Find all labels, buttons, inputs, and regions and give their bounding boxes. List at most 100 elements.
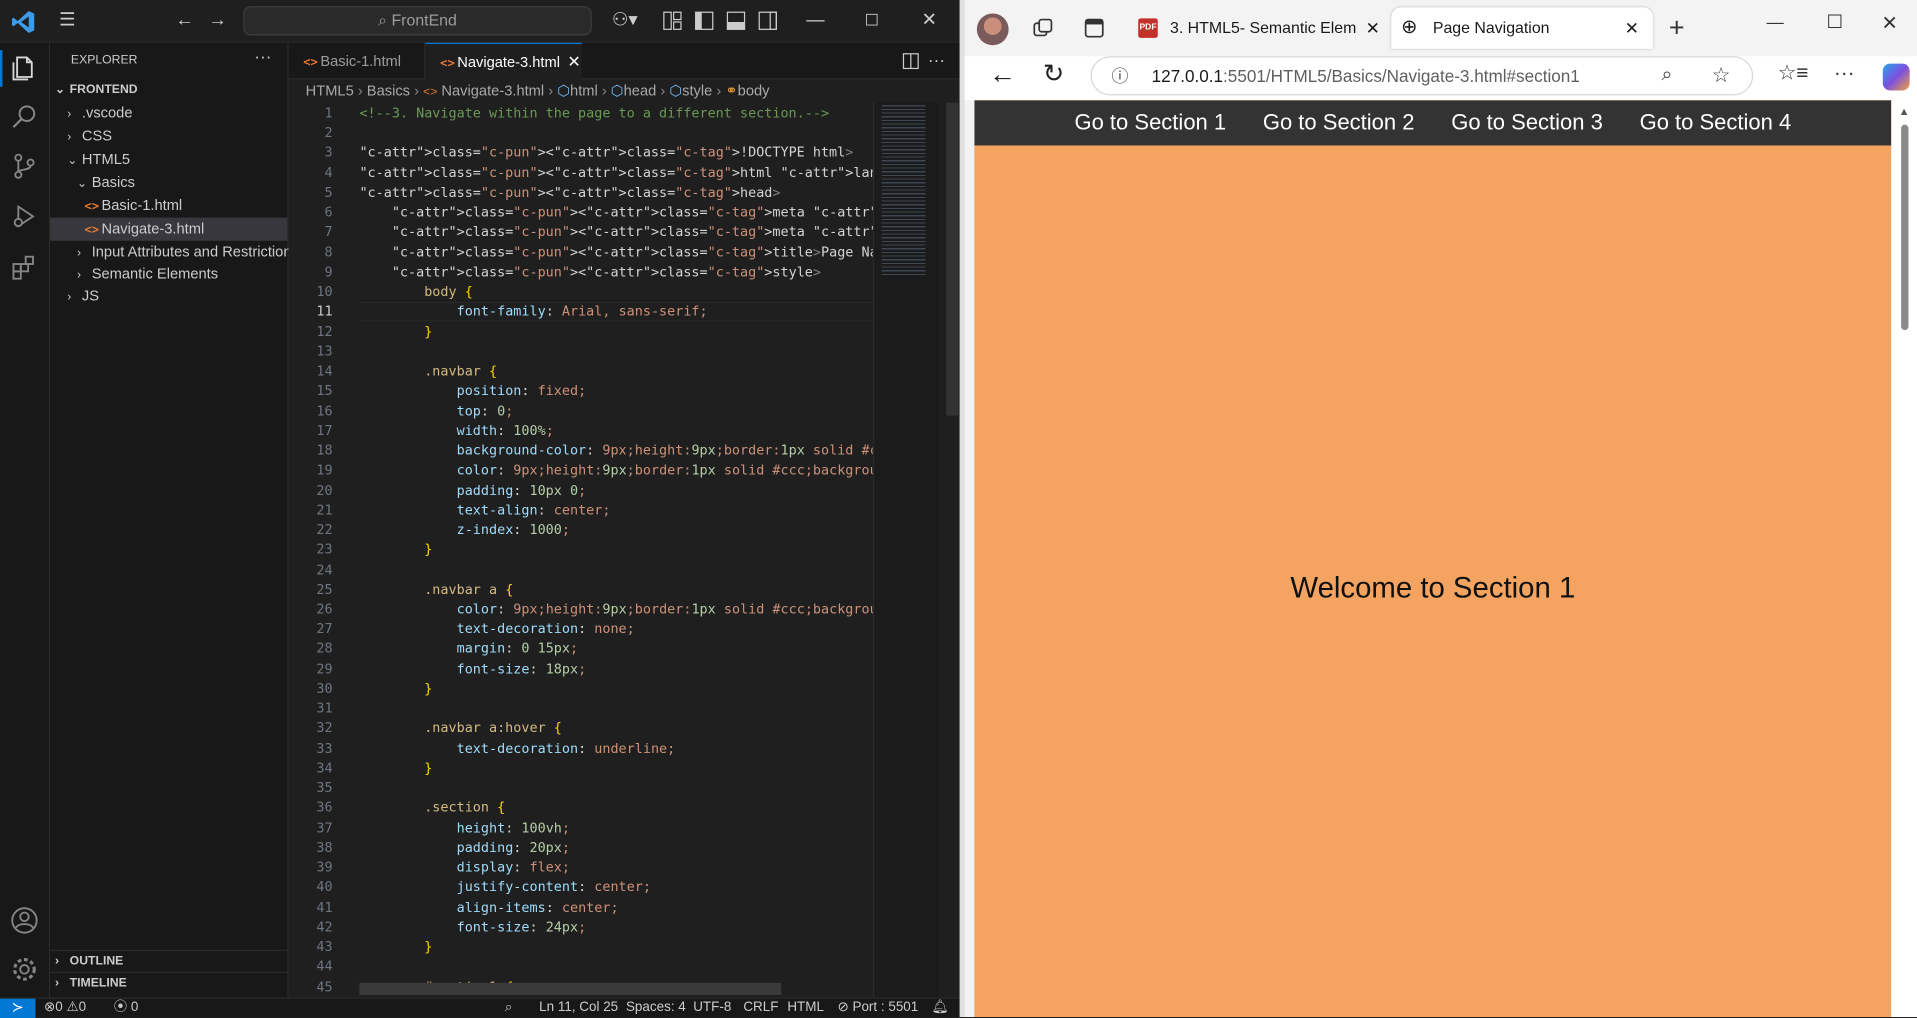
extensions-icon[interactable] xyxy=(10,253,39,282)
line-number: 18 xyxy=(316,442,333,459)
nav-link-section-1[interactable]: Go to Section 1 xyxy=(1074,100,1226,145)
page-scrollbar[interactable]: ▲ xyxy=(1891,100,1917,1018)
refresh-icon[interactable]: ↻ xyxy=(1043,59,1065,90)
scrollbar-thumb[interactable] xyxy=(1901,124,1909,331)
close-tab-icon[interactable]: ✕ xyxy=(1625,7,1639,49)
browser-tab-pdf[interactable]: PDF 3. HTML5- Semantic Elemen ✕ xyxy=(1127,9,1390,48)
breadcrumb-item[interactable]: head xyxy=(624,82,657,99)
scroll-up-icon[interactable]: ▲ xyxy=(1899,105,1910,117)
vertical-scrollbar[interactable] xyxy=(946,102,959,416)
ports-indicator[interactable]: ⦿ 0 xyxy=(114,999,139,1017)
close-tab-icon[interactable]: ✕ xyxy=(567,53,580,71)
remote-icon[interactable]: ≻ xyxy=(0,998,36,1018)
back-arrow-icon[interactable]: ← xyxy=(172,9,196,33)
maximize-icon[interactable]: ☐ xyxy=(859,9,883,33)
breadcrumb-item[interactable]: body xyxy=(738,82,770,99)
line-number: 40 xyxy=(316,879,333,896)
zoom-icon[interactable]: ⌕ xyxy=(505,999,513,1017)
more-actions-icon[interactable]: ··· xyxy=(254,46,271,66)
tree-item-basic-1-html[interactable]: <> Basic-1.html xyxy=(84,194,182,217)
active-indicator xyxy=(0,50,3,87)
code-line: padding: 20px; xyxy=(456,839,570,856)
line-number: 30 xyxy=(316,680,333,697)
code-editor[interactable]: 1 <!--3. Navigate within the page to a di… xyxy=(289,103,875,998)
minimize-icon[interactable]: — xyxy=(803,9,827,33)
account-icon[interactable] xyxy=(10,906,39,935)
source-control-icon[interactable] xyxy=(10,152,39,181)
new-tab-icon[interactable]: + xyxy=(1669,12,1685,44)
close-window-icon[interactable]: ✕ xyxy=(1882,11,1898,35)
tree-item-input-attributes[interactable]: › Input Attributes and Restrictions xyxy=(77,241,299,264)
code-line: } xyxy=(424,323,433,340)
notifications-icon[interactable]: 🔔︎ xyxy=(932,999,949,1017)
chevron-right-icon: › xyxy=(67,107,72,122)
tree-root-frontend[interactable]: ⌄ FRONTEND xyxy=(55,78,138,101)
zoom-icon[interactable]: ⌕ xyxy=(1661,57,1672,94)
workspaces-icon[interactable] xyxy=(1032,17,1054,39)
profile-avatar[interactable] xyxy=(976,13,1009,46)
breadcrumb-item[interactable]: Basics xyxy=(367,82,410,99)
nav-link-section-2[interactable]: Go to Section 2 xyxy=(1263,100,1415,145)
outline-section[interactable]: › OUTLINE xyxy=(55,950,123,973)
breadcrumb-item[interactable]: html xyxy=(570,82,598,99)
tree-item-vscode[interactable]: › .vscode xyxy=(67,101,132,124)
favorites-icon[interactable]: ☆≡ xyxy=(1778,61,1809,85)
toggle-panel-icon[interactable] xyxy=(726,11,746,31)
minimize-icon[interactable]: — xyxy=(1767,12,1784,32)
nav-link-section-3[interactable]: Go to Section 3 xyxy=(1451,100,1603,145)
indentation[interactable]: Spaces: 4 xyxy=(626,999,686,1017)
line-number: 14 xyxy=(316,363,333,380)
tab-navigate-3-html[interactable]: <> Navigate-3.html ✕ xyxy=(425,42,582,81)
cursor-position[interactable]: Ln 11, Col 25 xyxy=(539,999,618,1017)
nav-link-section-4[interactable]: Go to Section 4 xyxy=(1640,100,1792,145)
breadcrumb: HTML5 › Basics › <> Navigate-3.html › ⬡h… xyxy=(305,81,770,100)
forward-arrow-icon[interactable]: → xyxy=(205,9,229,33)
horizontal-scrollbar[interactable] xyxy=(359,982,782,995)
site-info-icon[interactable]: ⓘ xyxy=(1111,57,1128,94)
line-ending[interactable]: CRLF xyxy=(743,999,778,1017)
copilot-icon[interactable] xyxy=(1882,63,1910,91)
menu-icon[interactable]: ☰ xyxy=(55,9,79,33)
live-server-port[interactable]: ⊘ Port : 5501 xyxy=(837,999,918,1017)
line-number: 12 xyxy=(316,323,333,340)
breadcrumb-item[interactable]: style xyxy=(682,82,712,99)
split-editor-icon[interactable] xyxy=(902,53,919,70)
vertical-tabs-icon[interactable] xyxy=(1084,18,1104,38)
back-icon[interactable]: ← xyxy=(989,59,1016,91)
address-bar[interactable]: ⓘ 127.0.0.1:5501/HTML5/Basics/Navigate-3… xyxy=(1090,56,1754,96)
more-options-icon[interactable]: ··· xyxy=(1834,61,1855,85)
minimap[interactable] xyxy=(872,102,939,998)
tree-item-html5[interactable]: ⌄ HTML5 xyxy=(67,148,130,171)
line-number: 26 xyxy=(316,601,333,618)
tree-item-basics[interactable]: ⌄ Basics xyxy=(77,171,135,194)
toggle-sidebar-icon[interactable] xyxy=(694,11,714,31)
chevron-right-icon: › xyxy=(55,954,60,969)
breadcrumb-item[interactable]: HTML5 xyxy=(306,82,354,99)
code-line: width: 100%; xyxy=(456,422,554,439)
language-mode[interactable]: HTML xyxy=(787,999,824,1017)
maximize-icon[interactable]: ☐ xyxy=(1827,11,1843,33)
timeline-section[interactable]: › TIMELINE xyxy=(55,972,127,995)
explorer-icon[interactable] xyxy=(10,54,39,83)
vscode-titlebar: ☰ ← → ⌕ FrontEnd ⚇▾ — ☐ ✕ xyxy=(0,0,960,43)
breadcrumb-item[interactable]: Navigate-3.html xyxy=(441,82,544,99)
browser-tab-page-navigation[interactable]: ⊕ Page Navigation ✕ xyxy=(1391,7,1653,49)
toggle-secondary-sidebar-icon[interactable] xyxy=(758,11,778,31)
tree-item-js[interactable]: › JS xyxy=(67,285,99,308)
tree-item-css[interactable]: › CSS xyxy=(67,125,112,148)
more-actions-icon[interactable]: ··· xyxy=(928,50,945,70)
run-debug-icon[interactable] xyxy=(10,202,39,231)
problems-indicator[interactable]: ⊗0 ⚠0 xyxy=(44,999,86,1017)
command-center-search[interactable]: ⌕ FrontEnd xyxy=(243,6,592,36)
tree-item-navigate-3-html[interactable]: <> Navigate-3.html xyxy=(84,218,204,241)
encoding[interactable]: UTF-8 xyxy=(693,999,731,1017)
copilot-icon[interactable]: ⚇▾ xyxy=(609,9,641,33)
favorite-star-icon[interactable]: ☆ xyxy=(1712,57,1731,94)
settings-gear-icon[interactable] xyxy=(10,955,39,984)
customize-layout-icon[interactable] xyxy=(663,11,683,31)
search-icon[interactable] xyxy=(10,103,39,132)
close-tab-icon[interactable]: ✕ xyxy=(1366,9,1380,48)
tree-item-semantic-elements[interactable]: › Semantic Elements xyxy=(77,263,218,286)
tab-basic-1-html[interactable]: <> Basic-1.html xyxy=(289,42,426,80)
close-icon[interactable]: ✕ xyxy=(917,9,941,33)
